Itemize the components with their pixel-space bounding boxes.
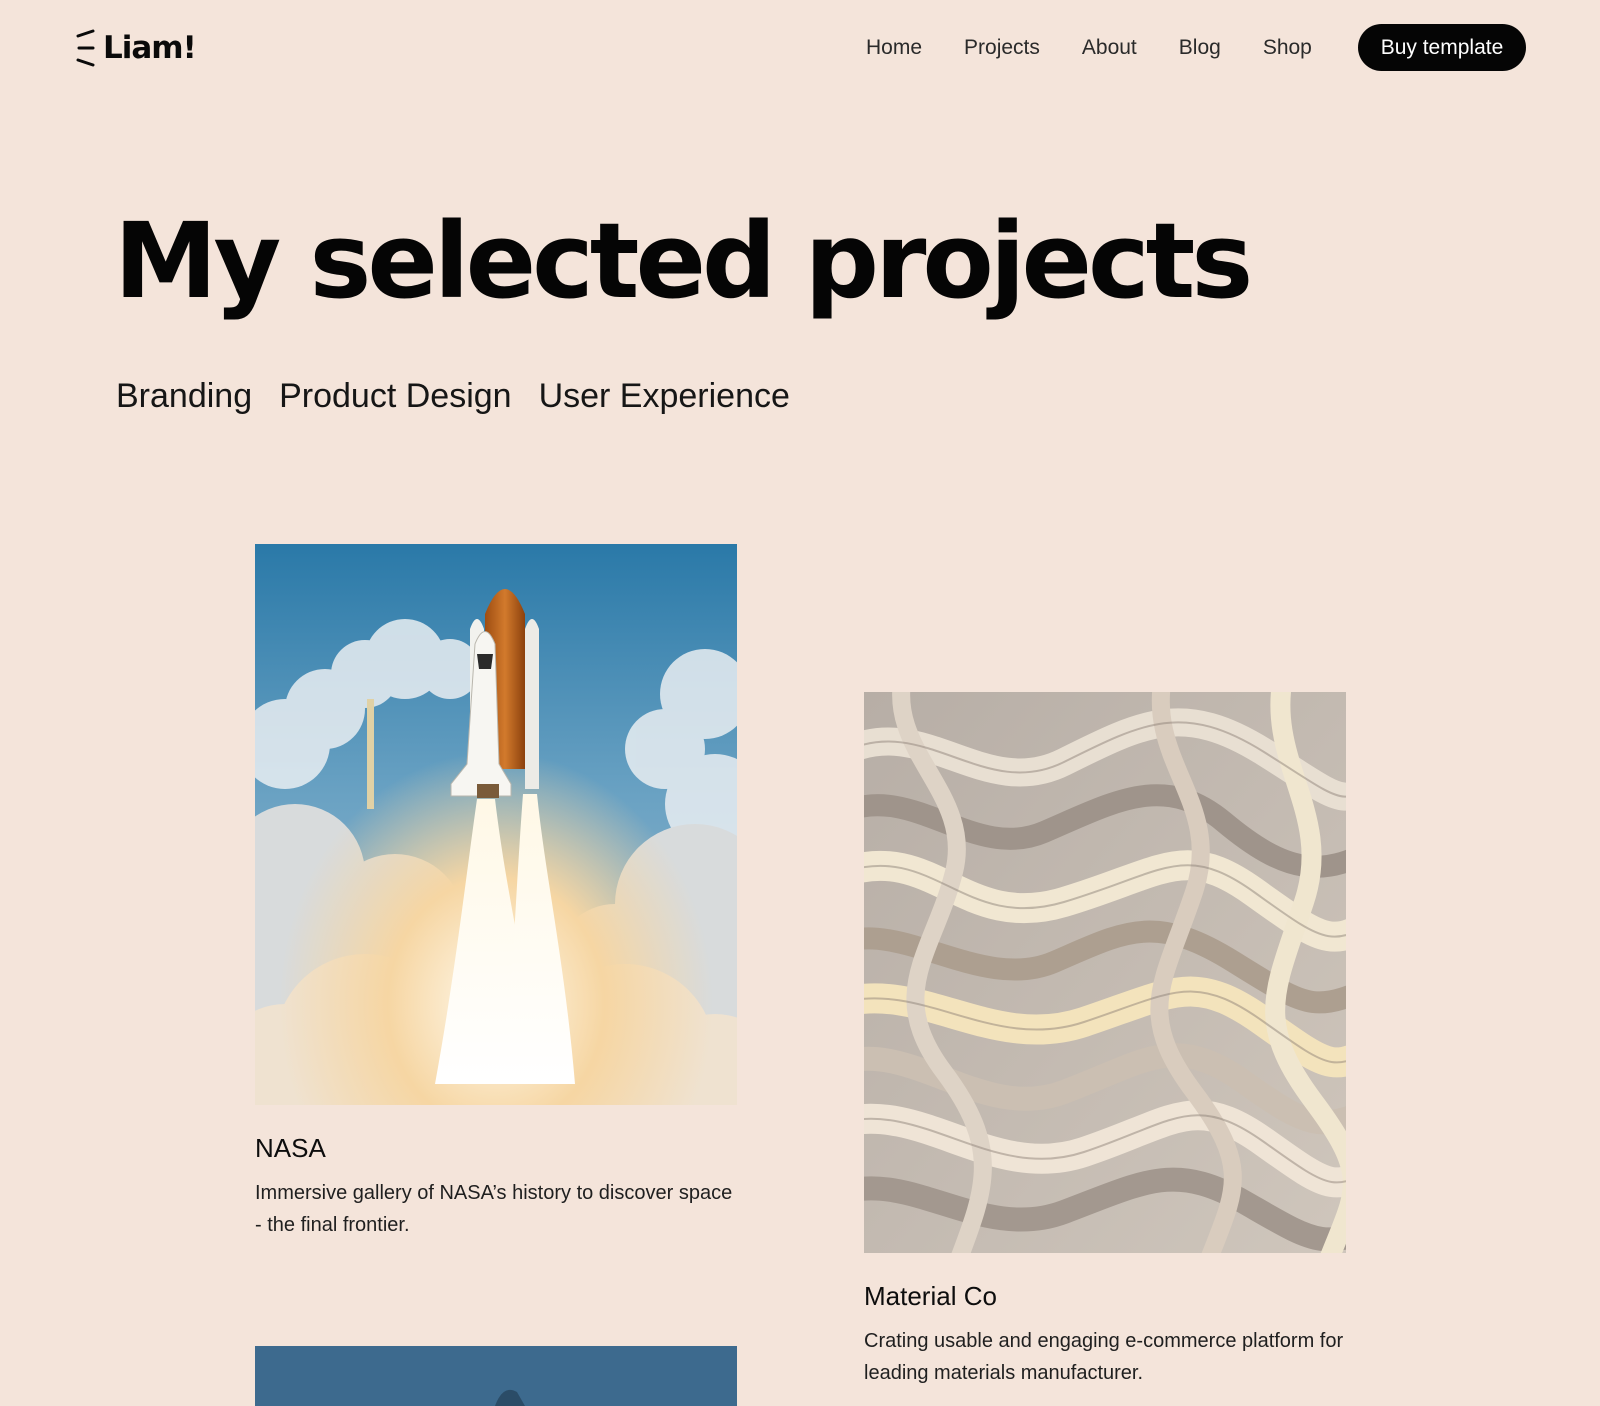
category-product-design[interactable]: Product Design [279,374,511,418]
project-card-partial[interactable] [255,1346,737,1406]
abstract-folded-material-image [864,692,1346,1253]
page-title: My selected projects [114,200,1253,322]
site-header: Liam! Home Projects About Blog Shop Buy … [0,0,1600,100]
folded-material-illustration [864,692,1346,1253]
logo-mark-icon [76,29,95,67]
main-nav: Home Projects About Blog Shop [866,34,1354,62]
project-title-material-co: Material Co [864,1281,997,1311]
partial-project-image [255,1346,737,1406]
category-user-experience[interactable]: User Experience [539,374,790,418]
logo-text: Liam! [103,30,197,66]
category-branding[interactable]: Branding [116,374,252,418]
project-description-material-co: Crating usable and engaging e-commerce p… [864,1330,1344,1384]
logo-link[interactable]: Liam! [75,28,197,68]
project-description-nasa: Immersive gallery of NASA’s history to d… [255,1182,733,1236]
project-card-material-co[interactable]: Material Co Crating usable and engaging … [864,692,1346,1389]
category-filters: Branding Product Design User Experience [116,374,817,418]
nav-projects[interactable]: Projects [964,34,1040,62]
rocket-launch-image [255,544,737,1105]
nav-home[interactable]: Home [866,34,922,62]
project-title-nasa: NASA [255,1133,326,1163]
project-card-nasa[interactable]: NASA Immersive gallery of NASA’s history… [255,544,737,1241]
rocket-launch-illustration [255,544,737,1105]
nav-about[interactable]: About [1082,34,1137,62]
buy-template-button[interactable]: Buy template [1358,24,1526,71]
nav-blog[interactable]: Blog [1179,34,1221,62]
nav-shop[interactable]: Shop [1263,34,1312,62]
